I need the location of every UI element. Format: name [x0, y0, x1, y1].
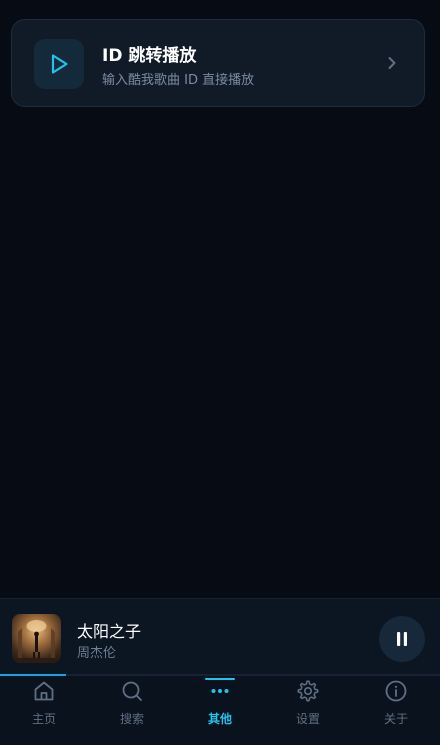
home-icon [31, 678, 57, 704]
nav-item-search[interactable]: 搜索 [88, 676, 176, 745]
info-icon [383, 678, 409, 704]
id-jump-play-card[interactable]: ID 跳转播放 输入酷我歌曲 ID 直接播放 [11, 19, 425, 107]
nav-label-search: 搜索 [119, 712, 144, 726]
nav-label-home: 主页 [31, 712, 56, 726]
album-cover[interactable] [12, 614, 61, 663]
nav-item-home[interactable]: 主页 [0, 676, 88, 745]
more-icon [207, 678, 233, 704]
song-artist: 周杰伦 [77, 646, 117, 661]
nav-item-other[interactable]: 其他 [176, 676, 264, 745]
nav-label-about: 关于 [383, 712, 408, 726]
play-icon [34, 39, 84, 89]
card-title: ID 跳转播放 [102, 46, 197, 66]
gear-icon [295, 678, 321, 704]
pause-icon [397, 632, 407, 646]
nav-label-other: 其他 [207, 712, 232, 726]
nav-label-settings: 设置 [295, 712, 320, 726]
mini-player[interactable]: 太阳之子 周杰伦 [0, 598, 440, 676]
active-tab-indicator [205, 678, 235, 680]
search-icon [119, 678, 145, 704]
card-subtitle: 输入酷我歌曲 ID 直接播放 [102, 73, 255, 88]
nav-item-about[interactable]: 关于 [352, 676, 440, 745]
chevron-right-icon [384, 54, 400, 72]
nav-item-settings[interactable]: 设置 [264, 676, 352, 745]
bottom-nav: 主页 搜索 其他 设置 关于 [0, 676, 440, 745]
song-title: 太阳之子 [77, 622, 142, 641]
app-screen: ID 跳转播放 输入酷我歌曲 ID 直接播放 太阳之子 周杰伦 主页 搜索 其他… [0, 0, 440, 745]
pause-button[interactable] [379, 616, 425, 662]
